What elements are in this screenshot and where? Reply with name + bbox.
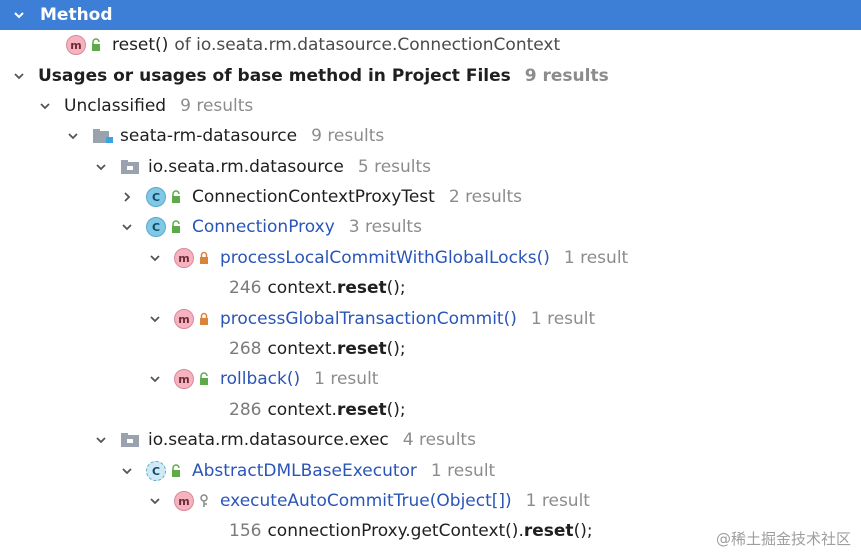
public-visibility-icon [170,190,182,204]
usage-code: context.reset(); [267,339,406,359]
test-class-icon: C [146,187,166,207]
usage-code: context.reset(); [267,400,406,420]
unclassified-label: Unclassified [64,96,167,116]
chevron-down-icon[interactable] [38,99,52,113]
usage-line[interactable]: 286 context.reset(); [0,395,861,425]
method-owner: of io.seata.rm.datasource.ConnectionCont… [174,35,561,55]
method-icon: m [66,35,86,55]
unclassified-count: 9 results [180,96,254,116]
chevron-down-icon[interactable] [94,433,108,447]
module-node[interactable]: seata-rm-datasource 9 results [0,121,861,151]
package-count: 5 results [357,157,432,177]
target-method-row[interactable]: m reset() of io.seata.rm.datasource.Conn… [0,30,861,60]
class-node[interactable]: C ConnectionContextProxyTest 2 results [0,182,861,212]
class-count: 3 results [348,217,422,237]
class-label: ConnectionContextProxyTest [192,187,435,207]
usages-title: Usages or usages of base method in Proje… [38,66,511,86]
class-icon: C [146,217,166,237]
method-label: executeAutoCommitTrue(Object[]) [220,491,512,511]
usage-code: context.reset(); [267,278,406,298]
usage-line[interactable]: 268 context.reset(); [0,334,861,364]
method-label: processGlobalTransactionCommit() [220,309,517,329]
line-number: 286 [229,400,262,420]
private-lock-icon [198,312,210,326]
method-node[interactable]: m processGlobalTransactionCommit() 1 res… [0,304,861,334]
usages-node[interactable]: Usages or usages of base method in Proje… [0,61,861,91]
chevron-down-icon[interactable] [120,464,134,478]
protected-key-icon [198,494,210,508]
method-node[interactable]: m executeAutoCommitTrue(Object[]) 1 resu… [0,486,861,516]
class-node[interactable]: C ConnectionProxy 3 results [0,212,861,242]
package-node[interactable]: io.seata.rm.datasource 5 results [0,152,861,182]
chevron-down-icon[interactable] [120,220,134,234]
method-icon: m [174,248,194,268]
public-visibility-icon [198,372,210,386]
chevron-down-icon[interactable] [94,160,108,174]
module-folder-icon [92,128,114,144]
chevron-down-icon[interactable] [12,69,26,83]
package-label: io.seata.rm.datasource.exec [148,430,389,450]
chevron-down-icon[interactable] [148,312,162,326]
chevron-down-icon[interactable] [148,251,162,265]
method-section-header[interactable]: Method [0,0,861,30]
package-folder-icon [120,432,142,448]
package-count: 4 results [402,430,476,450]
method-count: 1 result [563,248,629,268]
unclassified-node[interactable]: Unclassified 9 results [0,91,861,121]
method-count: 1 result [525,491,590,511]
method-icon: m [174,491,194,511]
usage-line[interactable]: 246 context.reset(); [0,273,861,303]
class-count: 2 results [448,187,523,207]
method-icon: m [174,309,194,329]
chevron-down-icon[interactable] [148,494,162,508]
method-count: 1 result [314,369,379,389]
class-label: ConnectionProxy [192,217,335,237]
package-node[interactable]: io.seata.rm.datasource.exec 4 results [0,425,861,455]
method-node[interactable]: m processLocalCommitWithGlobalLocks() 1 … [0,243,861,273]
public-visibility-icon [90,38,102,52]
class-node[interactable]: C AbstractDMLBaseExecutor 1 result [0,456,861,486]
watermark: @稀土掘金技术社区 [715,530,851,548]
chevron-down-icon[interactable] [12,8,26,22]
abstract-class-icon: C [146,461,166,481]
line-number: 268 [229,339,262,359]
method-icon: m [174,369,194,389]
method-node[interactable]: m rollback() 1 result [0,364,861,394]
class-count: 1 result [430,461,496,481]
usages-count: 9 results [524,66,609,86]
module-count: 9 results [311,126,385,146]
method-label: processLocalCommitWithGlobalLocks() [220,248,550,268]
public-visibility-icon [170,220,182,234]
method-name: reset() [112,35,169,55]
method-count: 1 result [530,309,596,329]
chevron-down-icon[interactable] [148,372,162,386]
public-visibility-icon [170,464,182,478]
module-label: seata-rm-datasource [120,126,298,146]
class-label: AbstractDMLBaseExecutor [192,461,417,481]
method-label: rollback() [220,369,301,389]
line-number: 246 [229,278,262,298]
section-title: Method [40,5,113,25]
usage-code: connectionProxy.getContext().reset(); [267,521,593,541]
line-number: 156 [229,521,262,541]
package-label: io.seata.rm.datasource [148,157,344,177]
chevron-down-icon[interactable] [66,129,80,143]
private-lock-icon [198,251,210,265]
package-folder-icon [120,159,142,175]
chevron-right-icon[interactable] [120,190,134,204]
